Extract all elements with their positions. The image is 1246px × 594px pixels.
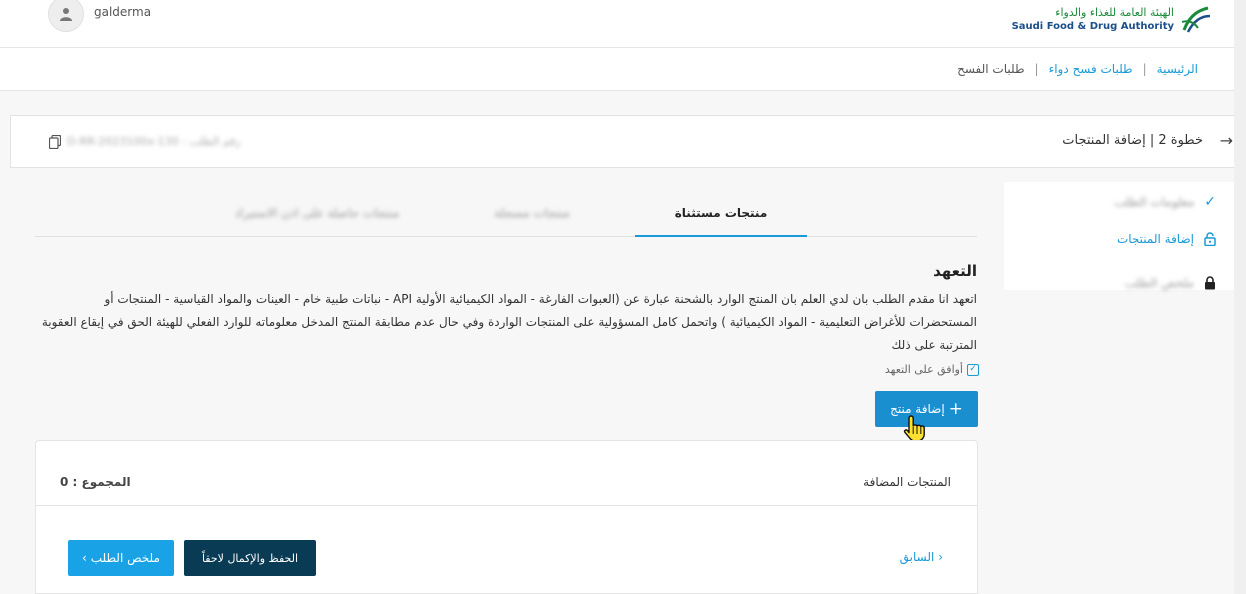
main-content: منتجات مستثناة منتجات مسجلة منتجات حاصلة… [0,182,995,594]
breadcrumb-home[interactable]: الرئيسية [1157,62,1198,76]
products-total: المجموع : 0 [60,475,131,489]
sfda-logo[interactable]: الهيئة العامة للغذاء والدواء Saudi Food … [1012,4,1212,36]
previous-button[interactable]: ‹ السابق [900,550,943,564]
avatar[interactable] [48,0,84,32]
top-header: الهيئة العامة للغذاء والدواء Saudi Food … [0,0,1234,48]
user-icon [60,8,72,21]
checkbox-checked-icon[interactable]: ✓ [967,363,979,376]
unlock-icon [1204,232,1216,246]
plus-icon: + [948,398,963,419]
previous-label: السابق [899,550,935,564]
breadcrumb-separator: | [1034,62,1039,76]
tab-registered-products[interactable]: منتجات مسجلة [472,206,592,220]
copy-icon[interactable] [49,135,61,149]
logo-english-text: Saudi Food & Drug Authority [1011,21,1174,32]
breadcrumb-drug-clearance[interactable]: طلبات فسح دواء [1049,62,1133,76]
tab-exempted-products[interactable]: منتجات مستثناة [635,206,807,237]
pledge-title: التعهد [933,262,977,280]
product-tabs: منتجات مستثناة منتجات مسجلة منتجات حاصلة… [35,182,977,237]
step-header: → خطوة 2 | إضافة المنتجات رقم الطلب : D-… [10,115,1246,168]
step-title: خطوة 2 | إضافة المنتجات [1062,133,1203,148]
user-menu[interactable]: galderma [48,0,151,32]
added-products-panel: المنتجات المضافة المجموع : 0 [35,440,978,506]
save-later-button[interactable]: الحفظ والإكمال لاحقاً [184,540,316,576]
agree-label: أوافق على التعهد [884,363,963,376]
added-products-title: المنتجات المضافة [863,475,951,489]
breadcrumb: الرئيسية | طلبات فسح دواء | طلبات الفسح [0,48,1234,91]
check-icon: ✓ [1204,194,1216,210]
sidebar-item-summary: ملخص الطلب [1125,276,1216,290]
user-name: galderma [94,5,152,19]
agree-checkbox[interactable]: ✓ أوافق على التعهد [885,363,979,376]
back-arrow-icon[interactable]: → [1220,131,1233,150]
breadcrumb-current: طلبات الفسح [957,62,1025,76]
tab-import-permit-products[interactable]: منتجات حاصلة على اذن الاستيراد [217,206,417,220]
breadcrumb-separator: | [1142,62,1147,76]
hand-cursor-icon [903,415,925,442]
request-number: رقم الطلب : D-RR-2023100x-130 [67,135,241,148]
steps-sidebar: ✓ معلومات الطلب إضافة المنتجات ملخص الطل… [1004,182,1234,290]
chevron-left-icon: ‹ [938,550,943,564]
lock-icon [1205,276,1215,290]
chevron-right-icon: › [82,551,87,565]
request-summary-button[interactable]: ملخص الطلب › [68,540,174,576]
sfda-logo-icon [1181,6,1211,33]
footer-actions: ‹ السابق الحفظ والإكمال لاحقاً ملخص الطل… [35,506,978,594]
logo-arabic-text: الهيئة العامة للغذاء والدواء [1055,6,1174,19]
sidebar-item-request-info[interactable]: ✓ معلومات الطلب [1114,194,1216,210]
page-scrollbar[interactable] [1234,0,1246,594]
sidebar-item-label: إضافة المنتجات [1116,232,1194,246]
summary-label: ملخص الطلب [90,551,160,565]
pledge-text: اتعهد انا مقدم الطلب بان لدي العلم بان ا… [41,292,977,352]
sidebar-item-label: ملخص الطلب [1124,276,1194,290]
sidebar-item-label: معلومات الطلب [1114,195,1195,209]
sidebar-item-add-products[interactable]: إضافة المنتجات [1117,232,1216,246]
